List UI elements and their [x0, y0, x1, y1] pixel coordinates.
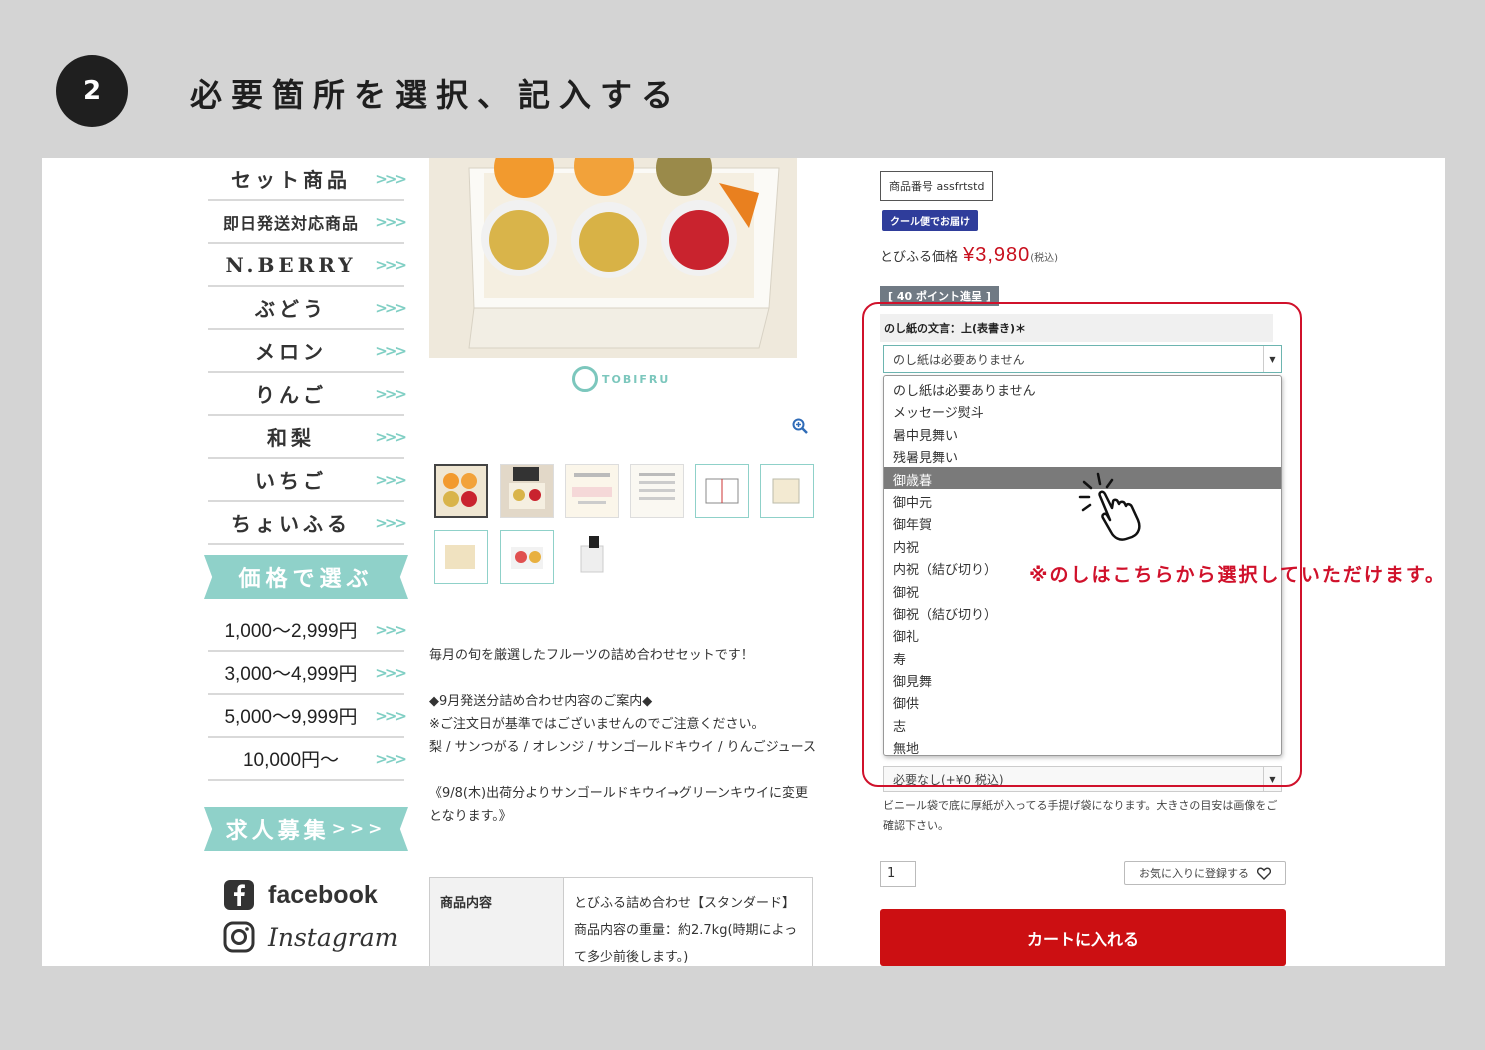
price-label: とびふる価格 [880, 250, 959, 265]
sidebar-category-item[interactable]: いちご >>> [208, 459, 407, 502]
price-range-item[interactable]: 5,000〜9,999円 >>> [208, 695, 407, 738]
thumbnail[interactable] [565, 464, 619, 518]
product-description: 毎月の旬を厳選したフルーツの詰め合わせセットです！ ◆9月発送分詰め合わせ内容の… [429, 644, 819, 851]
sidebar-category-label: メロン [255, 340, 327, 364]
chevron-right-icon: >>> [375, 620, 407, 639]
facebook-label: facebook [268, 880, 378, 909]
price-tax: (税込) [1030, 253, 1059, 264]
chevron-right-icon: >>> [375, 341, 407, 360]
pointing-hand-icon [1076, 470, 1150, 544]
description-heading: ◆9月発送分詰め合わせ内容のご案内◆ [429, 694, 653, 709]
thumbnail[interactable] [500, 464, 554, 518]
instagram-icon [222, 920, 256, 954]
favorite-label: お気に入りに登録する [1139, 867, 1249, 880]
chevron-right-icon: >>> [375, 384, 407, 403]
thumbnail[interactable] [630, 464, 684, 518]
price-range-label: 10,000円〜 [242, 750, 340, 771]
description-note: ※ご注文日が基準ではございませんのでご注意ください。 [429, 717, 765, 732]
spec-table: 商品内容 とびふる詰め合わせ【スタンダード】商品内容の重量：約2.7kg(時期に… [429, 877, 813, 966]
thumbnail[interactable] [695, 464, 749, 518]
price-range-label: 3,000〜4,999円 [224, 664, 358, 685]
zoom-icon[interactable] [792, 418, 808, 434]
spec-header: 商品内容 [429, 877, 564, 966]
price-range-item[interactable]: 3,000〜4,999円 >>> [208, 652, 407, 695]
annotation-text: ※のしはこちらから選択していただけます。 [1029, 564, 1447, 586]
thumbnail[interactable] [434, 464, 488, 518]
chevron-right-icon: >>> [375, 427, 407, 446]
sidebar-category-item[interactable]: ぶどう >>> [208, 287, 407, 330]
chevron-right-icon: >>> [375, 663, 407, 682]
thumbnail[interactable] [434, 530, 488, 584]
sidebar-category-item[interactable]: りんご >>> [208, 373, 407, 416]
sidebar-category-label: セット商品 [231, 168, 351, 192]
chevron-right-icon: >>> [375, 513, 407, 532]
brand-name: TOBIFRU [602, 372, 671, 386]
chevron-right-icon: >>> [375, 255, 407, 274]
quantity-input[interactable]: 1 [880, 861, 916, 887]
price-row: とびふる価格 ¥3,980(税込) [880, 244, 1058, 267]
recruit-banner[interactable]: 求人募集 >>> [204, 807, 408, 851]
chevron-right-icon: >>> [375, 749, 407, 768]
sidebar-category-item[interactable]: セット商品 >>> [208, 158, 407, 201]
description-contents: 梨 / サンつがる / オレンジ / サンゴールドキウイ / りんごジュース [429, 740, 817, 755]
brand-logo: TOBIFRU [572, 366, 670, 392]
sidebar: セット商品 >>> 即日発送対応商品 >>> N.BERRY >>> ぶどう >>> メロン >>… [204, 158, 408, 955]
thumbnail[interactable] [760, 464, 814, 518]
sidebar-category-item[interactable]: 和梨 >>> [208, 416, 407, 459]
sidebar-category-item[interactable]: 即日発送対応商品 >>> [208, 201, 407, 244]
step-number-badge: 2 [56, 55, 128, 127]
sidebar-category-label: りんご [255, 383, 327, 407]
add-to-cart-button[interactable]: カートに入れる [880, 909, 1286, 966]
chevron-right-icon: >>> [375, 298, 407, 317]
spec-value: とびふる詰め合わせ【スタンダード】商品内容の重量：約2.7kg(時期によって多少… [563, 877, 813, 966]
chevron-right-icon: >>> [375, 470, 407, 489]
sidebar-category-label: 和梨 [267, 426, 315, 450]
price-range-label: 5,000〜9,999円 [224, 707, 358, 728]
instagram-link[interactable]: Instagram [222, 919, 404, 955]
heart-icon [1257, 866, 1271, 880]
sidebar-category-label: N.BERRY [225, 252, 357, 277]
recruit-label: 求人募集 [225, 818, 330, 844]
description-intro: 毎月の旬を厳選したフルーツの詰め合わせセットです！ [429, 648, 754, 663]
thumbnail[interactable] [500, 530, 554, 584]
facebook-link[interactable]: facebook [222, 877, 404, 913]
price-range-label: 1,000〜2,999円 [224, 621, 358, 642]
sku-label: 商品番号 assfrtstd [880, 171, 994, 201]
product-main-image[interactable] [429, 158, 797, 358]
price-range-item[interactable]: 10,000円〜 >>> [208, 738, 407, 781]
step-title: 必要箇所を選択、記入する [190, 76, 683, 114]
favorite-button[interactable]: お気に入りに登録する [1124, 861, 1286, 885]
price-section-header: 価格で選ぶ [204, 555, 408, 599]
chevron-right-icon: >>> [375, 169, 407, 188]
price-value: ¥3,980 [963, 244, 1031, 266]
sidebar-category-label: ちょいふる [231, 512, 351, 536]
sidebar-category-label: いちご [255, 469, 327, 493]
sidebar-category-item[interactable]: ちょいふる >>> [208, 502, 407, 545]
instagram-label: Instagram [268, 922, 399, 952]
sidebar-category-item[interactable]: N.BERRY >>> [208, 244, 407, 287]
brand-mark-icon [572, 366, 598, 392]
category-list: セット商品 >>> 即日発送対応商品 >>> N.BERRY >>> ぶどう >>> メロン >>… [208, 158, 407, 545]
highlight-box [862, 302, 1302, 787]
sidebar-category-label: ぶどう [255, 297, 327, 321]
price-range-item[interactable]: 1,000〜2,999円 >>> [208, 609, 407, 652]
chevron-right-icon: >>> [375, 212, 407, 231]
description-change-note: 《9/8(木)出荷分よりサンゴールドキウイ→グリーンキウイに変更となります。》 [429, 786, 809, 824]
sidebar-category-label: 即日発送対応商品 [222, 213, 359, 233]
recruit-chevron: >>> [331, 819, 387, 839]
table-row: 商品内容 とびふる詰め合わせ【スタンダード】商品内容の重量：約2.7kg(時期に… [429, 877, 813, 966]
sidebar-category-item[interactable]: メロン >>> [208, 330, 407, 373]
chevron-right-icon: >>> [375, 706, 407, 725]
cool-delivery-badge: クール便でお届け [882, 210, 978, 231]
thumbnail[interactable] [565, 530, 619, 584]
bag-note: ビニール袋で底に厚紙が入ってる手提げ袋になります。大きさの目安は画像をご確認下さ… [883, 799, 1278, 832]
price-range-list: 1,000〜2,999円 >>> 3,000〜4,999円 >>> 5,000〜9,99… [208, 609, 407, 781]
facebook-icon [222, 878, 256, 912]
